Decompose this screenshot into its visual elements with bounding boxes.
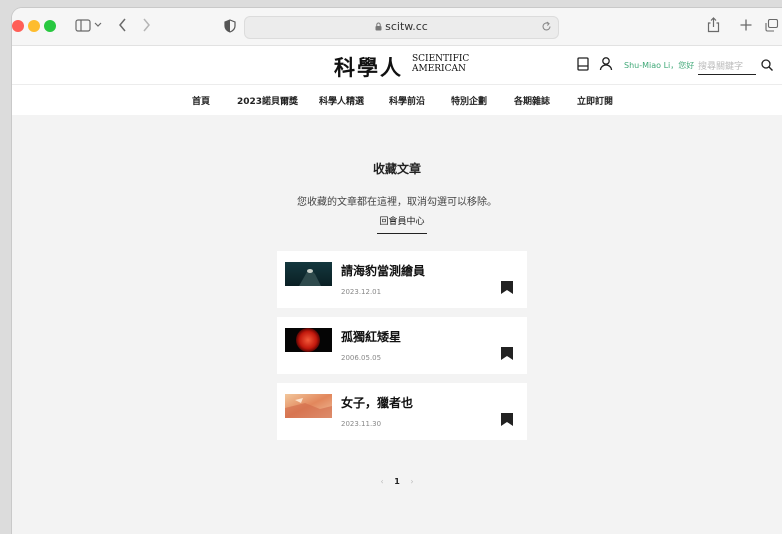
logo-english-line1: SCIENTIFIC <box>412 54 470 64</box>
page-title: 收藏文章 <box>372 162 421 176</box>
article-date: 2023.12.01 <box>341 288 382 296</box>
search-input[interactable] <box>698 58 756 72</box>
back-icon[interactable] <box>118 18 127 32</box>
pagination: ‹ 1 › <box>12 477 782 486</box>
nav-item-home[interactable]: 首頁 <box>192 94 210 107</box>
page-subtitle: 您收藏的文章都在這裡，取消勾選可以移除。 <box>297 197 497 208</box>
saved-articles-page: 收藏文章 您收藏的文章都在這裡，取消勾選可以移除。 回會員中心 請海豹當測繪員 … <box>12 115 782 534</box>
nav-item-nobel-2023[interactable]: 2023諾貝爾獎 <box>237 94 298 107</box>
bookmark-icon[interactable] <box>500 346 514 361</box>
nav-item-subscribe[interactable]: 立即訂閱 <box>577 94 613 107</box>
magazine-icon[interactable] <box>577 57 589 71</box>
url-label: scitw.cc <box>385 20 428 33</box>
search-box <box>698 54 756 75</box>
article-thumbnail[interactable] <box>285 262 332 286</box>
chevron-down-icon[interactable] <box>94 22 102 28</box>
lock-icon <box>375 22 382 31</box>
logo-chinese-text: 科學人 <box>334 56 403 80</box>
reload-icon[interactable] <box>541 21 552 32</box>
article-date: 2006.05.05 <box>341 354 382 362</box>
logo-english-text: SCIENTIFIC AMERICAN <box>412 54 469 74</box>
article-thumbnail[interactable] <box>285 328 332 352</box>
zoom-window-button[interactable] <box>44 20 56 32</box>
nav-item-frontier[interactable]: 科學前沿 <box>389 94 425 107</box>
nav-item-featured[interactable]: 科學人精選 <box>319 94 364 107</box>
minimize-window-button[interactable] <box>28 20 40 32</box>
url-text: scitw.cc <box>245 20 558 33</box>
member-greeting-link[interactable]: Shu-Miao Li，您好 <box>624 60 694 71</box>
tab-overview-icon[interactable] <box>765 19 779 32</box>
address-bar[interactable]: scitw.cc <box>244 16 559 39</box>
close-window-button[interactable] <box>12 20 24 32</box>
new-tab-icon[interactable] <box>740 19 752 31</box>
article-date: 2023.11.30 <box>341 420 382 428</box>
article-card[interactable]: 孤獨紅矮星 2006.05.05 <box>277 317 527 374</box>
article-title[interactable]: 孤獨紅矮星 <box>341 328 401 345</box>
bookmark-icon[interactable] <box>500 412 514 427</box>
article-card[interactable]: 女子，獵者也 2023.11.30 <box>277 383 527 440</box>
sidebar-icon[interactable] <box>75 19 91 32</box>
logo-english-line2: AMERICAN <box>412 64 466 74</box>
article-title[interactable]: 請海豹當測繪員 <box>341 262 425 279</box>
share-icon[interactable] <box>707 17 720 33</box>
main-nav: 首頁 2023諾貝爾獎 科學人精選 科學前沿 特別企劃 各期雜誌 立即訂閱 <box>12 85 782 117</box>
pagination-prev-button[interactable]: ‹ <box>380 477 383 486</box>
bookmark-icon[interactable] <box>500 280 514 295</box>
nav-item-issues[interactable]: 各期雜誌 <box>514 94 550 107</box>
article-thumbnail[interactable] <box>285 394 332 418</box>
browser-toolbar: scitw.cc <box>12 8 782 46</box>
article-card[interactable]: 請海豹當測繪員 2023.12.01 <box>277 251 527 308</box>
user-icon[interactable] <box>599 56 613 71</box>
search-icon[interactable] <box>761 59 773 71</box>
browser-window: scitw.cc 科學人 SCIENTIFIC AMERICAN Shu-Mia… <box>12 8 782 534</box>
pagination-page-1[interactable]: 1 <box>394 477 400 486</box>
shield-icon[interactable] <box>224 19 236 33</box>
forward-icon[interactable] <box>142 18 151 32</box>
back-to-member-center-link[interactable]: 回會員中心 <box>377 214 427 234</box>
pagination-next-button[interactable]: › <box>410 477 413 486</box>
site-header: 科學人 SCIENTIFIC AMERICAN Shu-Miao Li，您好 <box>12 46 782 85</box>
article-title[interactable]: 女子，獵者也 <box>341 394 413 411</box>
nav-item-special[interactable]: 特別企劃 <box>451 94 487 107</box>
